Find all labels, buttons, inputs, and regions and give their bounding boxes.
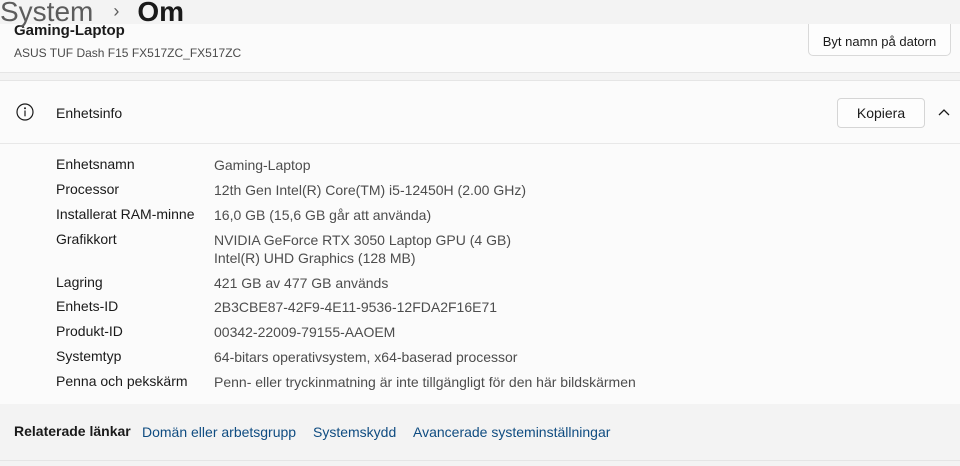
rename-pc-button[interactable]: Byt namn på datorn [808,24,951,56]
spec-value: Gaming-Laptop [214,157,311,173]
device-info-card: Enhetsinfo Kopiera Enhetsnamn Gaming-Lap… [0,80,960,405]
link-domain-workgroup[interactable]: Domän eller arbetsgrupp [142,424,296,440]
spec-value: 12th Gen Intel(R) Core(TM) i5-12450H (2.… [214,182,526,198]
spec-value: Penn- eller tryckinmatning är inte tillg… [214,374,636,390]
spec-value-secondary: Intel(R) UHD Graphics (128 MB) [214,250,416,266]
spec-value: 16,0 GB (15,6 GB går att använda) [214,207,432,223]
device-info-header[interactable]: Enhetsinfo Kopiera [0,81,960,144]
related-links-title: Relaterade länkar [14,423,131,439]
spec-value: 64-bitars operativsystem, x64-baserad pr… [214,349,518,365]
spec-label: Produkt-ID [56,323,123,339]
related-links-bar: Relaterade länkar Domän eller arbetsgrup… [0,404,960,461]
link-system-protection[interactable]: Systemskydd [313,424,396,440]
device-info-title: Enhetsinfo [56,105,123,121]
spec-value: NVIDIA GeForce RTX 3050 Laptop GPU (4 GB… [214,232,511,248]
spec-label: Systemtyp [56,348,122,364]
page-title: Om [137,0,185,27]
breadcrumb: System › Om [0,0,184,32]
spec-value: 00342-22009-79155-AAOEM [214,324,396,340]
spec-label: Penna och pekskärm [56,373,188,389]
spec-label: Lagring [56,274,103,290]
info-icon [16,103,34,121]
breadcrumb-chevron-icon: › [113,0,120,21]
spec-label: Enhets-ID [56,298,119,314]
breadcrumb-system[interactable]: System [0,0,93,28]
chevron-up-icon[interactable] [936,105,952,119]
link-advanced-system-settings[interactable]: Avancerade systeminställningar [413,424,610,440]
spec-label: Installerat RAM-minne [56,206,195,222]
spec-value: 2B3CBE87-42F9-4E11-9536-12FDA2F16E71 [214,299,498,315]
spec-label: Processor [56,181,120,197]
spec-label: Grafikkort [56,231,117,247]
copy-button[interactable]: Kopiera [837,98,925,128]
spec-value: 421 GB av 477 GB används [214,275,389,291]
device-model: ASUS TUF Dash F15 FX517ZC_FX517ZC [14,46,242,60]
spec-label: Enhetsnamn [56,156,135,172]
